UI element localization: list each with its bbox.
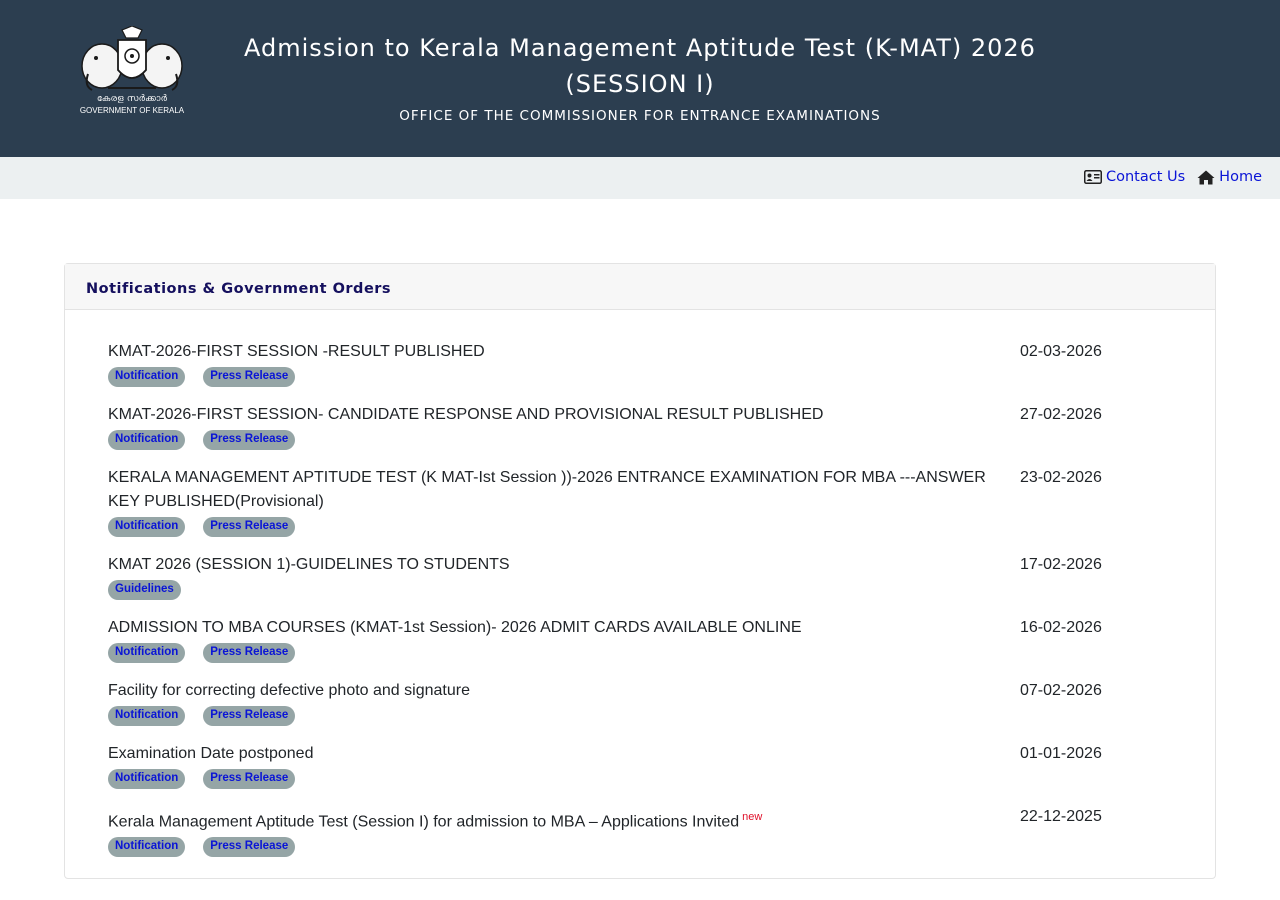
logo-text-malayalam: കേരള സർക്കാർ	[96, 94, 168, 104]
notification-date: 23-02-2026	[1020, 469, 1102, 486]
notification-tags: Guidelines	[108, 580, 1168, 600]
notification-tags: Notification Press Release	[108, 706, 1168, 726]
notification-title-text[interactable]: Facility for correcting defective photo …	[108, 682, 470, 699]
tag-press-release[interactable]: Press Release	[203, 367, 296, 387]
tag-press-release[interactable]: Press Release	[203, 430, 296, 450]
tag-notification[interactable]: Notification	[108, 430, 186, 450]
notification-title[interactable]: KERALA MANAGEMENT APTITUDE TEST (K MAT-I…	[108, 466, 998, 514]
notification-title-text[interactable]: KMAT-2026-FIRST SESSION- CANDIDATE RESPO…	[108, 406, 823, 423]
notification-tags: Notification Press Release	[108, 769, 1168, 789]
tag-notification[interactable]: Notification	[108, 643, 186, 663]
notification-title[interactable]: KMAT-2026-FIRST SESSION- CANDIDATE RESPO…	[108, 403, 998, 427]
notification-title[interactable]: Facility for correcting defective photo …	[108, 679, 998, 703]
tag-notification[interactable]: Notification	[108, 517, 186, 537]
page-title-line2: (SESSION I)	[565, 70, 715, 98]
page-subtitle: OFFICE OF THE COMMISSIONER FOR ENTRANCE …	[399, 108, 881, 124]
notification-title-text[interactable]: KERALA MANAGEMENT APTITUDE TEST (K MAT-I…	[108, 469, 986, 510]
tag-press-release[interactable]: Press Release	[203, 769, 296, 789]
contact-us-link[interactable]: Contact Us	[1083, 169, 1186, 185]
notification-date: 02-03-2026	[1020, 343, 1102, 360]
notification-item: KMAT-2026-FIRST SESSION- CANDIDATE RESPO…	[108, 403, 1168, 450]
notification-item: ADMISSION TO MBA COURSES (KMAT-1st Sessi…	[108, 616, 1168, 663]
notification-item: Examination Date postponed 01-01-2026 Noti…	[108, 742, 1168, 789]
home-icon	[1197, 170, 1215, 184]
tag-notification[interactable]: Notification	[108, 706, 186, 726]
top-navbar: Contact Us Home	[0, 157, 1280, 199]
page-title: Admission to Kerala Management Aptitude …	[220, 30, 1060, 102]
notification-date: 07-02-2026	[1020, 682, 1102, 699]
notifications-list: KMAT-2026-FIRST SESSION -RESULT PUBLISHE…	[108, 340, 1168, 873]
notification-tags: Notification Press Release	[108, 517, 1168, 537]
notification-date: 16-02-2026	[1020, 619, 1102, 636]
notification-item: Kerala Management Aptitude Test (Session…	[108, 805, 1168, 858]
notification-item: KERALA MANAGEMENT APTITUDE TEST (K MAT-I…	[108, 466, 1168, 537]
notification-title[interactable]: KMAT 2026 (SESSION 1)-GUIDELINES TO STUD…	[108, 553, 998, 577]
id-card-icon	[1083, 170, 1102, 184]
card-title: Notifications & Government Orders	[86, 281, 392, 297]
notification-date: 27-02-2026	[1020, 406, 1102, 423]
notification-title-text[interactable]: Kerala Management Aptitude Test (Session…	[108, 813, 739, 830]
tag-press-release[interactable]: Press Release	[203, 517, 296, 537]
logo-text-english: GOVERNMENT OF KERALA	[79, 106, 185, 115]
tag-press-release[interactable]: Press Release	[203, 643, 296, 663]
notification-title-text[interactable]: KMAT-2026-FIRST SESSION -RESULT PUBLISHE…	[108, 343, 485, 360]
tag-press-release[interactable]: Press Release	[203, 706, 296, 726]
home-label: Home	[1219, 169, 1262, 185]
notification-date: 01-01-2026	[1020, 745, 1102, 762]
tag-guidelines[interactable]: Guidelines	[108, 580, 181, 600]
nav-links: Contact Us Home	[1083, 169, 1262, 185]
notification-tags: Notification Press Release	[108, 367, 1168, 387]
contact-us-label: Contact Us	[1105, 169, 1186, 185]
card-header: Notifications & Government Orders	[65, 264, 1215, 310]
tag-notification[interactable]: Notification	[108, 367, 186, 387]
home-link[interactable]: Home	[1197, 169, 1262, 185]
notification-date: 17-02-2026	[1020, 556, 1102, 573]
tag-notification[interactable]: Notification	[108, 769, 186, 789]
notification-tags: Notification Press Release	[108, 643, 1168, 663]
notification-title-text[interactable]: Examination Date postponed	[108, 745, 313, 762]
notification-title-text[interactable]: ADMISSION TO MBA COURSES (KMAT-1st Sessi…	[108, 619, 802, 636]
page-header: കേരള സർക്കാർ GOVERNMENT OF KERALA Admiss…	[0, 0, 1280, 157]
tag-notification[interactable]: Notification	[108, 837, 186, 858]
tag-press-release[interactable]: Press Release	[203, 837, 296, 858]
notification-item: KMAT-2026-FIRST SESSION -RESULT PUBLISHE…	[108, 340, 1168, 387]
notification-title[interactable]: Kerala Management Aptitude Test (Session…	[108, 805, 998, 834]
notification-title[interactable]: Examination Date postponed	[108, 742, 998, 766]
notifications-card: Notifications & Government Orders KMAT-2…	[64, 263, 1216, 879]
notification-title[interactable]: KMAT-2026-FIRST SESSION -RESULT PUBLISHE…	[108, 340, 998, 364]
government-logo: കേരള സർക്കാർ GOVERNMENT OF KERALA	[78, 26, 186, 118]
new-badge: new	[742, 811, 763, 823]
notification-item: Facility for correcting defective photo …	[108, 679, 1168, 726]
notification-title[interactable]: ADMISSION TO MBA COURSES (KMAT-1st Sessi…	[108, 616, 998, 640]
notification-tags: Notification Press Release	[108, 837, 1168, 858]
notification-item: KMAT 2026 (SESSION 1)-GUIDELINES TO STUD…	[108, 553, 1168, 600]
kerala-emblem-icon	[81, 26, 183, 91]
notification-title-text[interactable]: KMAT 2026 (SESSION 1)-GUIDELINES TO STUD…	[108, 556, 510, 573]
notification-date: 22-12-2025	[1020, 808, 1102, 825]
page-title-line1: Admission to Kerala Management Aptitude …	[244, 34, 1036, 62]
notification-tags: Notification Press Release	[108, 430, 1168, 450]
